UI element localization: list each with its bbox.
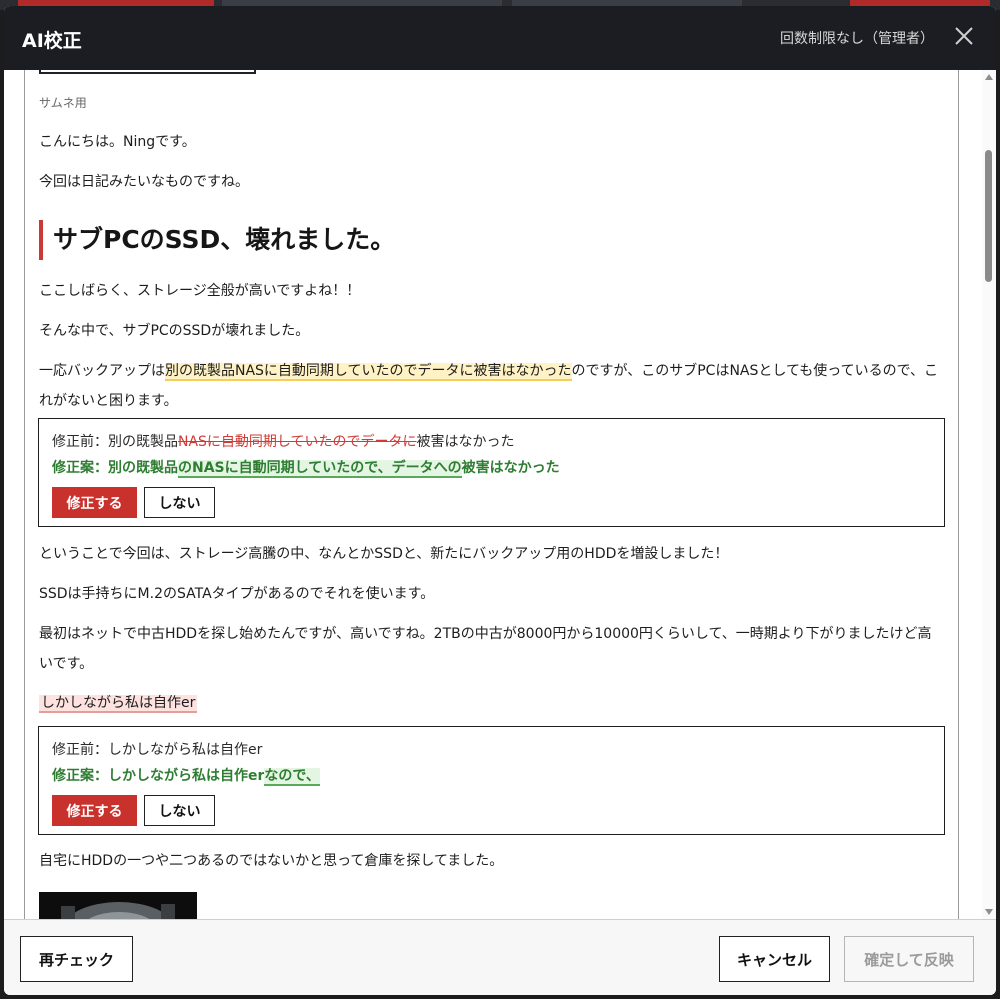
inserted-text: なので、 [264,768,320,786]
modal-header: AI校正 回数制限なし（管理者） [4,6,996,70]
paragraph: SSDは手持ちにM.2のSATAタイプがあるのでそれを使います。 [39,586,435,602]
hdd-photo [39,892,197,919]
paragraph-with-suggestion: しかしながら私は自作er [39,688,944,718]
confirm-apply-button[interactable]: 確定して反映 [844,936,974,982]
deleted-text: NASに自動同期していたのでデータに [178,434,417,450]
modal-footer: 再チェック キャンセル 確定して反映 [4,919,996,995]
suggestion-highlight[interactable]: 別の既製品NASに自動同期していたのでデータに被害はなかった [165,363,572,381]
correction-card: 修正前：しかしながら私は自作er 修正案：しかしながら私は自作erなので、 修正… [38,726,945,835]
ai-proofread-modal: AI校正 回数制限なし（管理者） サムネ用 こんにちは。Ningです。 今回は日… [4,6,996,995]
scroll-up-arrow-icon[interactable] [985,74,993,80]
after-text: 修正案：別の既製品 [52,460,178,476]
before-text: 修正前：別の既製品 [52,434,178,450]
modal-title: AI校正 [22,30,82,52]
image-caption: サムネ用 [39,96,87,110]
scrollbar-thumb[interactable] [985,150,992,282]
paragraph: 最初はネットで中古HDDを探し始めたんですが、高いですね。2TBの中古が8000… [39,626,932,672]
correction-before: 修正前：別の既製品NASに自動同期していたのでデータに被害はなかった [52,431,515,451]
recheck-button[interactable]: 再チェック [20,936,133,982]
reject-correction-button[interactable]: しない [144,487,215,518]
correction-after: 修正案：しかしながら私は自作erなので、 [52,765,320,786]
content-scroll-area[interactable]: サムネ用 こんにちは。Ningです。 今回は日記みたいなものですね。 サブPCの… [4,70,996,919]
correction-card: 修正前：別の既製品NASに自動同期していたのでデータに被害はなかった 修正案：別… [38,418,945,527]
paragraph: そんな中で、サブPCのSSDが壊れました。 [39,323,310,339]
section-heading: サブPCのSSD、壊れました。 [39,220,395,260]
suggestion-highlight[interactable]: しかしながら私は自作er [39,695,198,713]
usage-limit-label: 回数制限なし（管理者） [780,31,934,47]
paragraph: ということで今回は、ストレージ高騰の中、なんとかSSDと、新たにバックアップ用の… [39,546,729,562]
correction-before: 修正前：しかしながら私は自作er [52,742,263,758]
correction-after: 修正案：別の既製品のNASに自動同期していたので、データへの被害はなかった [52,457,560,478]
text: 一応バックアップは [39,363,165,379]
paragraph-with-suggestion: 一応バックアップは別の既製品NASに自動同期していたのでデータに被害はなかったの… [39,356,944,416]
hdd-photo-graphic [61,902,175,919]
apply-correction-button[interactable]: 修正する [52,795,137,826]
vertical-scrollbar[interactable] [982,70,996,919]
close-icon [955,27,973,45]
after-text: 被害はなかった [461,460,560,476]
inserted-text: のNASに自動同期していたので、データへの [178,460,462,478]
before-text: 被害はなかった [416,434,515,450]
paragraph: こんにちは。Ningです。 [39,134,196,150]
apply-correction-button[interactable]: 修正する [52,487,137,518]
close-button[interactable] [950,22,978,50]
paragraph: 今回は日記みたいなものですね。 [39,174,249,190]
cancel-button[interactable]: キャンセル [719,936,830,982]
paragraph: ここしばらく、ストレージ全般が高いですよね！！ [39,283,361,299]
thumbnail-image [39,70,256,74]
after-text: 修正案：しかしながら私は自作er [52,768,265,784]
scroll-down-arrow-icon[interactable] [985,909,993,915]
paragraph: 自宅にHDDの一つや二つあるのではないかと思って倉庫を探してました。 [39,853,504,869]
article-body: サムネ用 こんにちは。Ningです。 今回は日記みたいなものですね。 サブPCの… [24,70,959,919]
reject-correction-button[interactable]: しない [144,795,215,826]
